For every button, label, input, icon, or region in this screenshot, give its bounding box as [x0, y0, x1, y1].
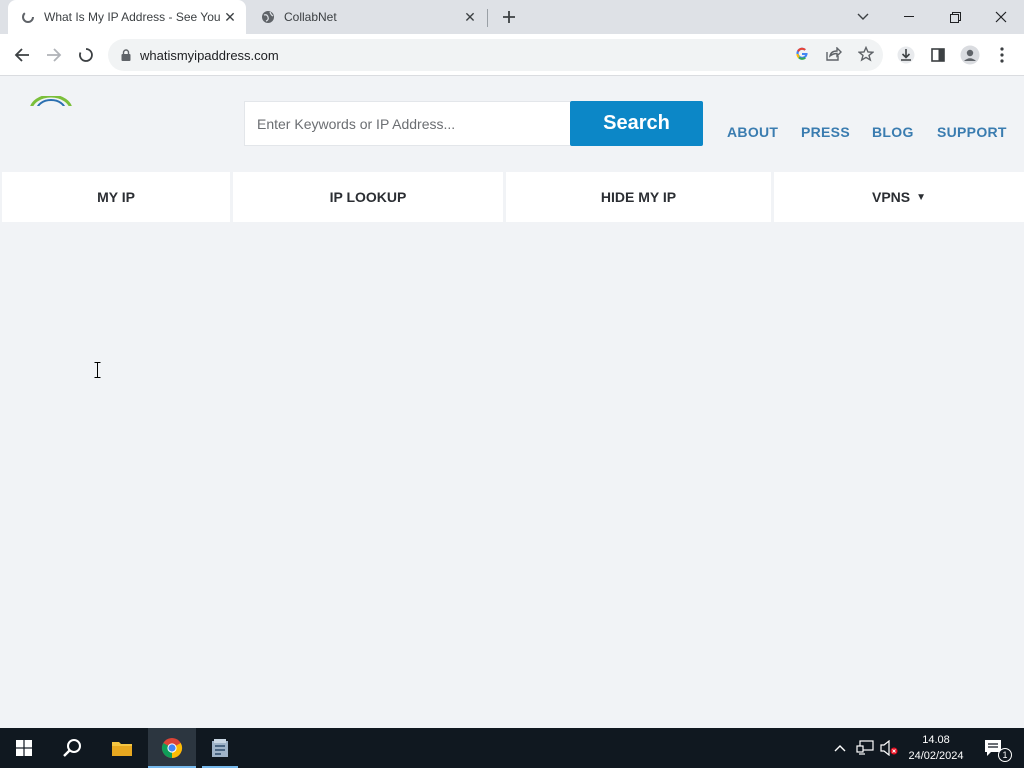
start-icon[interactable] — [0, 728, 48, 768]
search-icon[interactable] — [48, 728, 96, 768]
press-link[interactable]: PRESS — [801, 124, 850, 140]
tab-title: CollabNet — [284, 10, 337, 24]
about-link[interactable]: ABOUT — [727, 124, 778, 140]
main-nav: MY IP IP LOOKUP HIDE MY IP VPNS ▼ — [0, 172, 1024, 222]
volume-muted-icon[interactable] — [878, 728, 900, 768]
tab-whatismyip[interactable]: What Is My IP Address - See Your ✕ — [8, 0, 246, 34]
file-explorer-icon[interactable] — [98, 728, 146, 768]
notification-count: 1 — [1002, 750, 1008, 760]
new-tab-button[interactable] — [497, 5, 521, 29]
browser-toolbar: whatismyipaddress.com — [0, 34, 1024, 76]
site-logo-icon[interactable] — [28, 96, 74, 106]
close-window-button[interactable] — [978, 0, 1024, 34]
nav-my-ip[interactable]: MY IP — [2, 172, 230, 222]
restore-button[interactable] — [932, 0, 978, 34]
tab-separator — [487, 9, 488, 27]
windows-taskbar: 14.08 24/02/2024 — [0, 728, 1024, 768]
url-text[interactable]: whatismyipaddress.com — [140, 48, 279, 63]
chrome-menu-icon[interactable] — [990, 43, 1014, 67]
nav-label: VPNS — [871, 189, 911, 205]
network-icon[interactable] — [854, 728, 876, 768]
nav-hide-my-ip[interactable]: HIDE MY IP — [506, 172, 771, 222]
chrome-icon[interactable] — [148, 728, 196, 768]
download-icon[interactable] — [894, 43, 918, 67]
back-button[interactable] — [8, 41, 36, 69]
system-clock[interactable]: 14.08 24/02/2024 — [900, 732, 972, 764]
support-link[interactable]: SUPPORT — [937, 124, 1007, 140]
nav-vpns[interactable]: VPNS ▼ — [774, 172, 1024, 222]
text-cursor-icon — [94, 362, 101, 383]
notification-count-badge: 1 — [998, 748, 1012, 767]
nav-label: HIDE MY IP — [600, 189, 677, 205]
clock-time: 14.08 — [922, 734, 950, 746]
lock-icon[interactable] — [121, 49, 131, 61]
google-lens-icon[interactable] — [790, 42, 814, 66]
nav-label: IP LOOKUP — [329, 189, 407, 205]
side-panel-icon[interactable] — [926, 43, 950, 67]
tab-search-icon[interactable] — [840, 0, 886, 34]
stop-loading-icon[interactable] — [72, 41, 100, 69]
dropdown-caret-icon: ▼ — [916, 191, 927, 203]
forward-button[interactable] — [40, 41, 68, 69]
blog-link[interactable]: BLOG — [872, 124, 914, 140]
show-hidden-icons-icon[interactable] — [830, 728, 850, 768]
bookmark-star-icon[interactable] — [854, 42, 878, 66]
nav-ip-lookup[interactable]: IP LOOKUP — [233, 172, 503, 222]
tab-strip: What Is My IP Address - See Your ✕ Colla… — [0, 0, 1024, 34]
share-icon[interactable] — [822, 42, 846, 66]
tab-title: What Is My IP Address - See Your — [44, 10, 220, 24]
close-tab-icon[interactable]: ✕ — [460, 7, 480, 27]
close-tab-icon[interactable]: ✕ — [220, 7, 240, 27]
search-button[interactable]: Search — [570, 101, 703, 146]
tab-collabnet[interactable]: CollabNet ✕ — [248, 0, 486, 34]
profile-avatar-icon[interactable] — [958, 43, 982, 67]
address-bar[interactable]: whatismyipaddress.com — [108, 39, 883, 71]
app-icon[interactable] — [196, 728, 244, 768]
nav-label: MY IP — [97, 189, 135, 205]
page-content: Search ABOUT PRESS BLOG SUPPORT MY IP IP… — [0, 77, 1024, 728]
clock-date: 24/02/2024 — [908, 750, 964, 762]
loading-favicon-icon — [20, 9, 36, 25]
search-input[interactable] — [244, 101, 570, 146]
minimize-button[interactable] — [886, 0, 932, 34]
globe-icon — [260, 9, 276, 25]
